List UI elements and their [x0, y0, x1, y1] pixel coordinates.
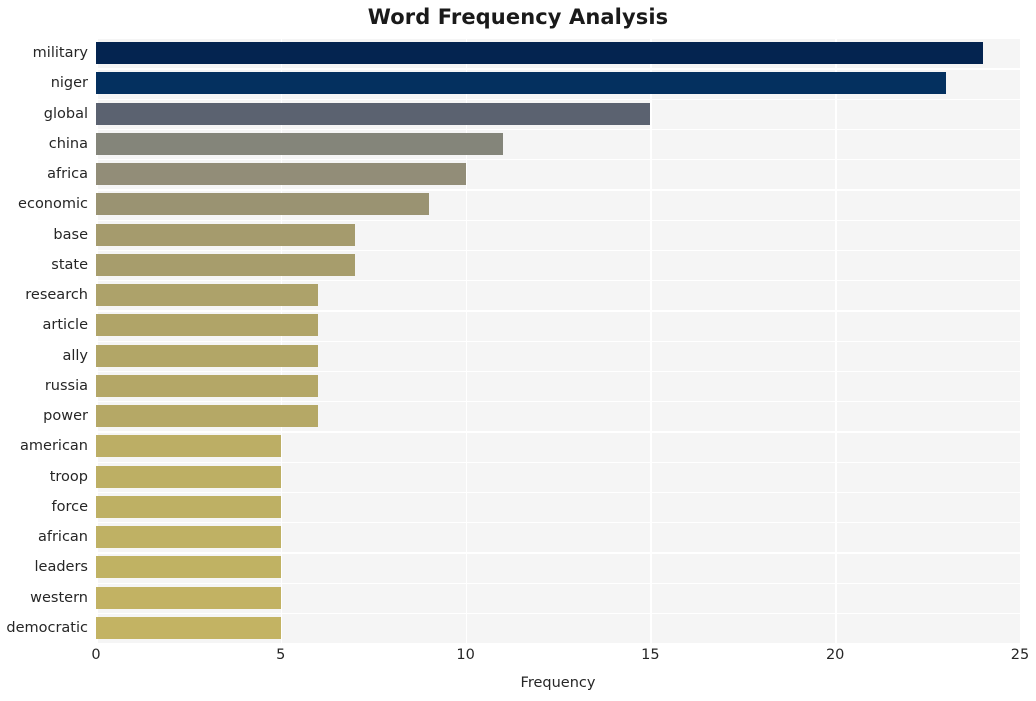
- gridline-horizontal: [96, 340, 1020, 342]
- bar: [96, 405, 318, 428]
- bar: [96, 193, 429, 216]
- gridline-horizontal: [96, 582, 1020, 584]
- gridline-horizontal: [96, 612, 1020, 615]
- x-tick-label: 15: [641, 647, 660, 663]
- y-tick-label: democratic: [6, 619, 88, 636]
- x-tick-label: 20: [825, 647, 845, 663]
- bar: [96, 616, 281, 639]
- bar: [96, 253, 355, 276]
- y-tick-label: economic: [18, 196, 88, 213]
- y-tick-label: american: [20, 438, 88, 455]
- gridline-horizontal: [96, 401, 1020, 403]
- y-tick-label: military: [32, 44, 88, 61]
- gridline-horizontal: [96, 280, 1020, 282]
- word-frequency-chart: Word Frequency Analysis military niger glo…: [0, 0, 1036, 701]
- gridline-horizontal: [96, 98, 1020, 100]
- bar: [96, 374, 318, 397]
- y-tick-label: research: [25, 286, 88, 303]
- y-axis-tick-labels: military niger global china africa economic ba…: [0, 38, 88, 643]
- bar: [96, 42, 984, 65]
- y-tick-label: china: [48, 135, 88, 152]
- gridline-horizontal: [96, 189, 1020, 191]
- gridline-horizontal: [96, 38, 1020, 40]
- x-tick-label: 10: [456, 647, 475, 663]
- y-tick-label: niger: [50, 75, 88, 92]
- bar: [96, 526, 281, 549]
- bar: [96, 223, 355, 246]
- gridline-horizontal: [96, 370, 1020, 373]
- plot-area: [96, 38, 1020, 643]
- gridline-horizontal: [96, 310, 1020, 312]
- gridline-horizontal: [96, 159, 1020, 161]
- bar: [96, 465, 281, 488]
- y-tick-label: troop: [49, 468, 88, 485]
- gridline-horizontal: [96, 522, 1020, 524]
- y-tick-label: russia: [44, 377, 88, 394]
- gridline-horizontal: [96, 68, 1020, 70]
- x-tick-label: 25: [1010, 647, 1030, 663]
- y-tick-label: ally: [62, 347, 88, 364]
- gridline-horizontal: [96, 431, 1020, 433]
- gridline-horizontal: [96, 249, 1020, 252]
- gridline-horizontal: [96, 491, 1020, 494]
- bar: [96, 132, 503, 155]
- bar: [96, 284, 318, 307]
- gridline-horizontal: [96, 461, 1020, 463]
- x-tick-label: 5: [276, 647, 286, 663]
- y-tick-label: state: [51, 256, 88, 273]
- gridline-horizontal: [96, 552, 1020, 554]
- y-tick-label: africa: [47, 165, 88, 182]
- gridline-horizontal: [96, 128, 1020, 131]
- x-axis-title: Frequency: [520, 675, 596, 691]
- bar: [96, 495, 281, 518]
- bar: [96, 556, 281, 579]
- bar: [96, 102, 651, 125]
- bar: [96, 314, 318, 337]
- gridline-horizontal: [96, 219, 1020, 221]
- x-axis-tick-labels: 0 5 10 15 20 25: [0, 648, 1036, 670]
- y-tick-label: african: [37, 528, 88, 545]
- y-tick-label: force: [51, 498, 88, 515]
- y-tick-label: leaders: [34, 559, 88, 576]
- bar: [96, 586, 281, 609]
- bar: [96, 163, 466, 186]
- y-tick-label: power: [43, 407, 88, 424]
- chart-title: Word Frequency Analysis: [367, 5, 669, 29]
- bar: [96, 344, 318, 367]
- y-tick-label: global: [43, 105, 88, 122]
- y-tick-label: western: [30, 589, 88, 606]
- bar: [96, 435, 281, 458]
- bar: [96, 72, 947, 95]
- x-tick-label: 0: [91, 647, 101, 663]
- y-tick-label: article: [42, 317, 88, 334]
- y-tick-label: base: [53, 226, 88, 243]
